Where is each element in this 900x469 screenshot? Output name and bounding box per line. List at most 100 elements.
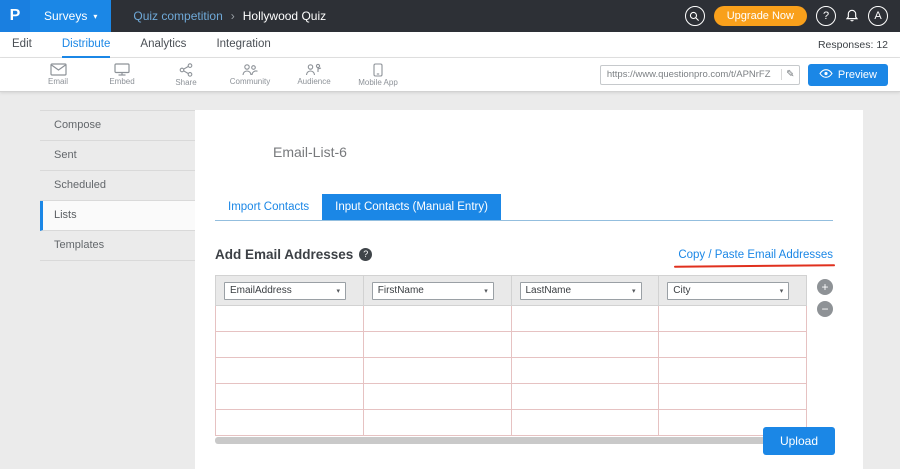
row-buttons: + − <box>817 275 833 317</box>
tab-input-contacts-manual[interactable]: Input Contacts (Manual Entry) <box>322 194 501 220</box>
toolbar-item-community[interactable]: Community <box>218 63 282 86</box>
toolbar-item-mobile-app[interactable]: Mobile App <box>346 63 410 87</box>
toolbar-label: Community <box>230 77 270 86</box>
grid-cell[interactable] <box>659 332 807 358</box>
grid-cell[interactable] <box>216 306 364 332</box>
toolbar-item-audience[interactable]: Audience <box>282 63 346 86</box>
table-row <box>216 332 807 358</box>
selected-column: EmailAddress <box>230 285 292 296</box>
add-row-button[interactable]: + <box>817 279 833 295</box>
sidebar-item-lists[interactable]: Lists <box>40 201 195 231</box>
grid-cell[interactable] <box>216 384 364 410</box>
grid-cell[interactable] <box>363 410 511 436</box>
toolbar-item-share[interactable]: Share <box>154 63 218 87</box>
embed-icon <box>114 63 130 76</box>
table-row <box>216 384 807 410</box>
header-row: EmailAddress▾ FirstName▾ LastName▾ City▾ <box>216 276 807 306</box>
grid-cell[interactable] <box>363 306 511 332</box>
eye-icon <box>819 69 833 81</box>
email-icon <box>50 63 67 76</box>
grid-cell[interactable] <box>216 332 364 358</box>
grid-cell[interactable] <box>659 358 807 384</box>
sidebar-item-sent[interactable]: Sent <box>40 141 195 171</box>
selected-column: FirstName <box>378 285 424 296</box>
column-select-firstname[interactable]: FirstName▾ <box>372 282 494 300</box>
responses-count: Responses: 12 <box>818 39 888 51</box>
red-underline-annotation <box>674 264 835 267</box>
community-icon <box>241 63 259 76</box>
table-row <box>216 358 807 384</box>
survey-url: https://www.questionpro.com/t/APNrFZ <box>607 69 781 80</box>
selected-column: City <box>673 285 690 296</box>
help-tooltip-icon[interactable]: ? <box>359 248 372 261</box>
main-area: Compose Sent Scheduled Lists Templates E… <box>0 92 900 469</box>
grid-cell[interactable] <box>511 332 659 358</box>
surveys-menu-button[interactable]: Surveys ▾ <box>30 0 111 32</box>
upgrade-now-button[interactable]: Upgrade Now <box>714 6 807 26</box>
grid-cell[interactable] <box>511 410 659 436</box>
section-title: Add Email Addresses <box>215 247 353 262</box>
audience-icon <box>305 63 323 76</box>
toolbar-item-email[interactable]: Email <box>26 63 90 86</box>
grid-cell[interactable] <box>363 358 511 384</box>
grid-cell[interactable] <box>511 384 659 410</box>
toolbar-label: Share <box>175 78 196 87</box>
tab-integration[interactable]: Integration <box>216 32 270 58</box>
topbar-actions: Upgrade Now ? A <box>685 6 900 26</box>
surveys-label: Surveys <box>44 9 87 23</box>
grid-cell[interactable] <box>511 358 659 384</box>
column-select-city[interactable]: City ▾ <box>667 282 789 300</box>
tab-distribute[interactable]: Distribute <box>62 32 111 58</box>
sidebar-item-templates[interactable]: Templates <box>40 231 195 261</box>
tab-analytics[interactable]: Analytics <box>140 32 186 58</box>
copy-paste-email-addresses-link[interactable]: Copy / Paste Email Addresses <box>678 249 833 261</box>
chevron-down-icon: ▾ <box>632 287 636 295</box>
preview-label: Preview <box>838 69 877 81</box>
sidebar-item-scheduled[interactable]: Scheduled <box>40 171 195 201</box>
email-grid-zone: EmailAddress▾ FirstName▾ LastName▾ City▾ <box>215 275 833 444</box>
upload-button[interactable]: Upload <box>763 427 835 455</box>
horizontal-scrollbar[interactable] <box>215 437 807 444</box>
grid-cell[interactable] <box>659 384 807 410</box>
search-icon[interactable] <box>685 6 705 26</box>
survey-url-input[interactable]: https://www.questionpro.com/t/APNrFZ ✎ <box>600 65 800 85</box>
toolbar-label: Mobile App <box>358 78 398 87</box>
avatar[interactable]: A <box>868 6 888 26</box>
contacts-tabbar: Import Contacts Input Contacts (Manual E… <box>215 194 833 221</box>
grid-cell[interactable] <box>659 306 807 332</box>
tab-edit[interactable]: Edit <box>12 32 32 58</box>
tab-import-contacts[interactable]: Import Contacts <box>215 194 322 220</box>
help-icon[interactable]: ? <box>816 6 836 26</box>
preview-button[interactable]: Preview <box>808 64 888 86</box>
email-entry-table: EmailAddress▾ FirstName▾ LastName▾ City▾ <box>215 275 807 436</box>
mobile-app-icon <box>373 63 383 77</box>
edit-url-pencil-icon[interactable]: ✎ <box>781 69 799 80</box>
sidebar-item-compose[interactable]: Compose <box>40 111 195 141</box>
toolbar-right: https://www.questionpro.com/t/APNrFZ ✎ P… <box>600 64 900 86</box>
topbar: P Surveys ▾ Quiz competition › Hollywood… <box>0 0 900 32</box>
table-row <box>216 306 807 332</box>
table-row <box>216 410 807 436</box>
questionpro-logo[interactable]: P <box>0 0 30 32</box>
distribute-toolbar: Email Embed Share Community Audience Mob… <box>0 58 900 92</box>
column-select-emailaddress[interactable]: EmailAddress▾ <box>224 282 346 300</box>
content-panel: Email-List-6 Import Contacts Input Conta… <box>195 110 863 469</box>
column-select-lastname[interactable]: LastName▾ <box>520 282 642 300</box>
toolbar-item-embed[interactable]: Embed <box>90 63 154 86</box>
toolbar-label: Email <box>48 77 68 86</box>
breadcrumb-parent[interactable]: Quiz competition <box>133 9 222 23</box>
grid-cell[interactable] <box>216 410 364 436</box>
email-sidebar: Compose Sent Scheduled Lists Templates <box>40 110 195 261</box>
breadcrumb: Quiz competition › Hollywood Quiz <box>133 9 326 23</box>
toolbar-label: Audience <box>297 77 330 86</box>
grid-cell[interactable] <box>363 332 511 358</box>
grid-cell[interactable] <box>511 306 659 332</box>
chevron-down-icon: ▾ <box>93 12 97 21</box>
remove-row-button[interactable]: − <box>817 301 833 317</box>
bell-icon[interactable] <box>845 9 859 23</box>
grid-cell[interactable] <box>363 384 511 410</box>
toolbar-label: Embed <box>109 77 134 86</box>
breadcrumb-separator-icon: › <box>231 9 235 23</box>
grid-cell[interactable] <box>216 358 364 384</box>
chevron-down-icon: ▾ <box>780 287 784 295</box>
